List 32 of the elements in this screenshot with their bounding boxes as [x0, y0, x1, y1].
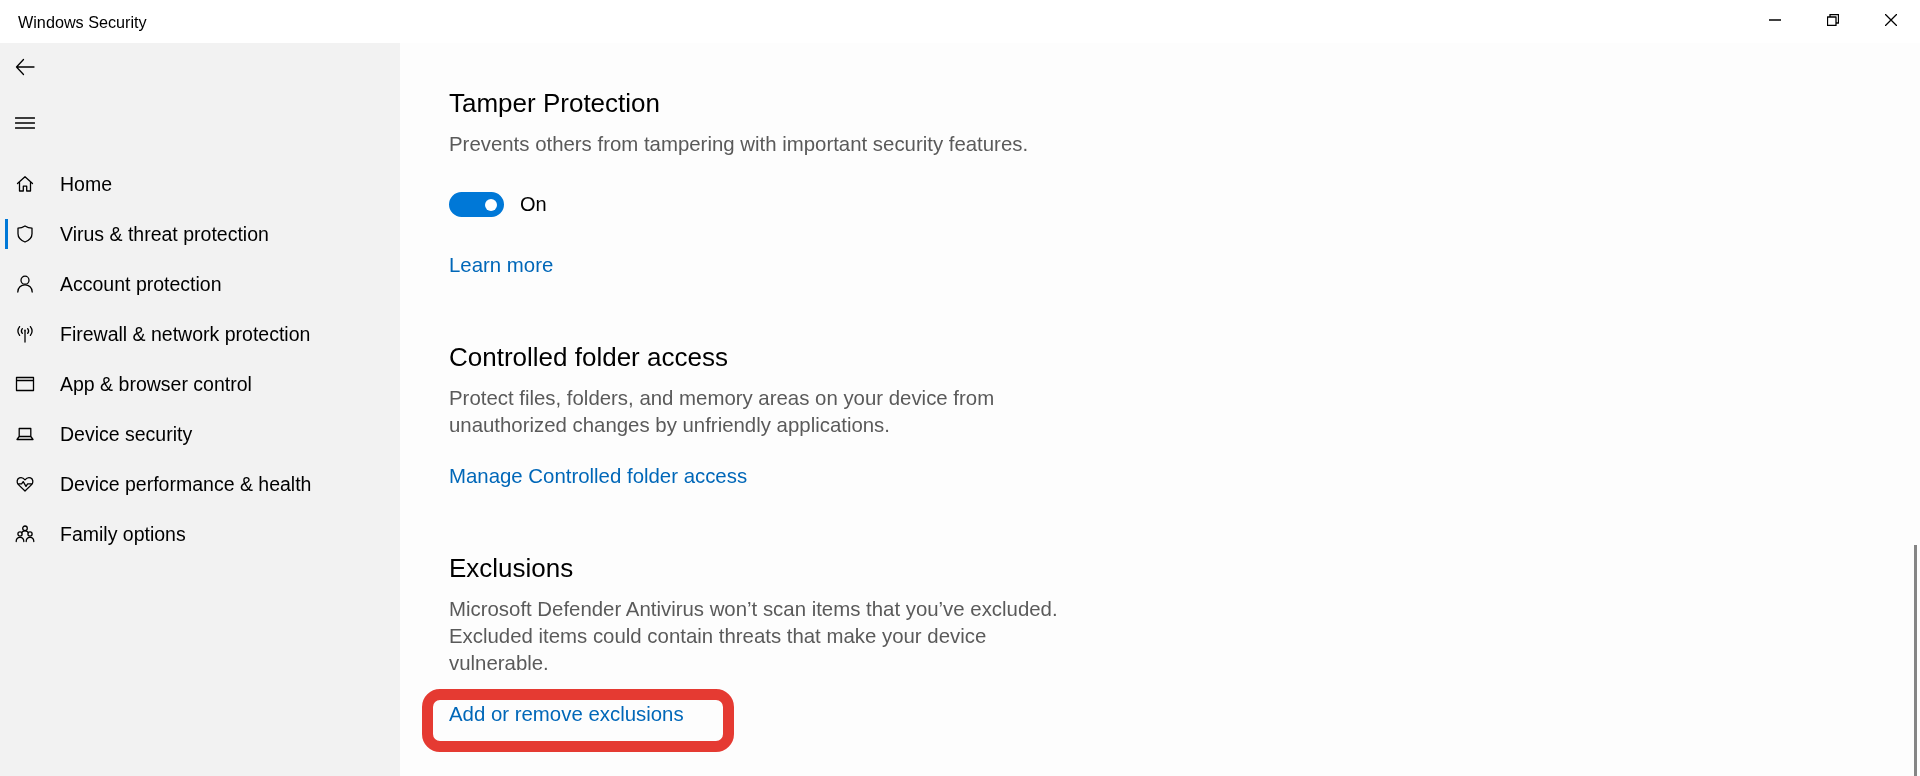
- toggle-switch[interactable]: [449, 192, 504, 217]
- shield-icon: [15, 224, 35, 244]
- nav-item[interactable]: Device security: [0, 409, 400, 459]
- nav-item[interactable]: Home: [0, 159, 400, 209]
- section-description: Prevents others from tampering with important security features.: [449, 131, 1030, 157]
- link[interactable]: Add or remove exclusions: [449, 700, 684, 728]
- link[interactable]: Manage Controlled folder access: [449, 462, 748, 490]
- section-heading: Exclusions: [449, 552, 575, 584]
- antenna-icon: [15, 324, 35, 344]
- nav-item[interactable]: Account protection: [0, 259, 400, 309]
- people-icon: [15, 524, 35, 544]
- nav-item[interactable]: Device performance & health: [0, 459, 400, 509]
- window-title: Windows Security: [18, 12, 147, 32]
- nav-item[interactable]: App & browser control: [0, 359, 400, 409]
- nav-item[interactable]: Virus & threat protection: [0, 209, 400, 259]
- section-description: Microsoft Defender Antivirus won’t scan items that you’ve excluded. Excluded items could contain threats that make your device vulnerable.: [449, 596, 1059, 676]
- section-description: Protect files, folders, and memory areas on your device from unauthorized changes by unfriendly applications.: [449, 385, 996, 438]
- link[interactable]: Learn more: [449, 251, 554, 279]
- person-icon: [15, 274, 35, 294]
- restore-icon: [1827, 14, 1839, 26]
- nav-item[interactable]: Firewall & network protection: [0, 309, 400, 359]
- close-icon: [1885, 14, 1897, 26]
- window-icon: [15, 374, 35, 394]
- section-heading: Controlled folder access: [449, 341, 729, 373]
- toggle-label: On: [520, 192, 547, 217]
- home-icon: [15, 174, 35, 194]
- scrollbar-thumb[interactable]: [1914, 545, 1917, 776]
- back-arrow-icon: [15, 58, 35, 76]
- nav-item[interactable]: Family options: [0, 509, 400, 559]
- section-heading: Tamper Protection: [449, 87, 661, 119]
- menu-icon: [15, 117, 35, 129]
- heart-pulse-icon: [15, 474, 35, 494]
